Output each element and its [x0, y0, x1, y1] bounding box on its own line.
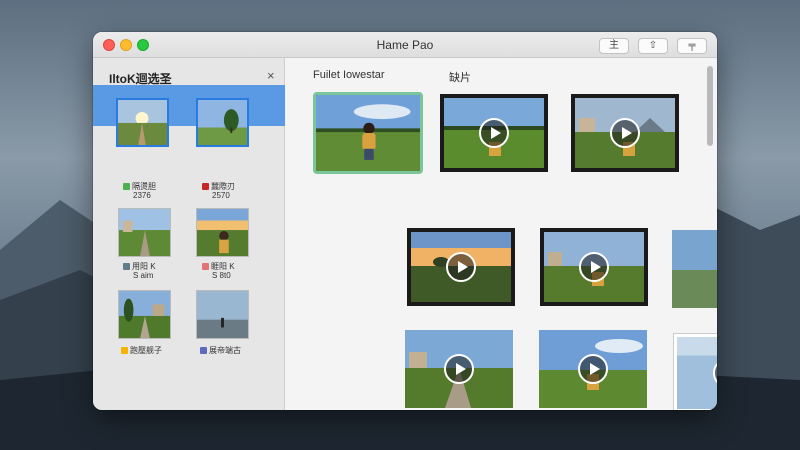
- title-bar[interactable]: Hame Pao 主 ⇧ ╤: [93, 32, 717, 58]
- video-item[interactable]: [405, 330, 513, 408]
- sidebar-item-caption: 睚阳 KS 8t0: [202, 262, 235, 280]
- video-item[interactable]: [540, 228, 648, 306]
- close-icon[interactable]: ×: [267, 68, 275, 83]
- image-icon: [202, 263, 209, 270]
- sidebar-thumbnail[interactable]: [196, 290, 249, 339]
- sidebar-item-caption: 蠶際刃 2570: [202, 182, 235, 200]
- image-icon: [202, 183, 209, 190]
- toolbar-button-3[interactable]: ╤: [677, 38, 707, 54]
- play-icon[interactable]: [479, 118, 509, 148]
- play-icon[interactable]: [579, 252, 609, 282]
- scrollbar[interactable]: [707, 66, 713, 406]
- sidebar-thumbnail[interactable]: [116, 98, 169, 147]
- sidebar-item-caption: 展帝端古: [200, 346, 241, 355]
- sidebar-thumbnail[interactable]: [118, 208, 171, 257]
- folder-icon: [121, 347, 128, 354]
- sidebar-thumbnail[interactable]: [196, 98, 249, 147]
- video-item[interactable]: [571, 94, 679, 172]
- scrollbar-thumb[interactable]: [707, 66, 713, 146]
- share-button[interactable]: ⇧: [638, 38, 668, 54]
- sidebar: IltoK迴选圣 × 隔燙胆 2376 蠶際刃 2570 用阳 K S aim …: [93, 58, 285, 410]
- section-heading-secondary: 缺片: [449, 72, 471, 84]
- sidebar-item-caption: 隔燙胆 2376: [123, 182, 156, 200]
- media-item-selected[interactable]: [313, 92, 423, 174]
- sidebar-thumbnail[interactable]: [196, 208, 249, 257]
- video-item[interactable]: [440, 94, 548, 172]
- play-icon[interactable]: [578, 354, 608, 384]
- sidebar-thumbnail[interactable]: [118, 290, 171, 339]
- video-item[interactable]: [539, 330, 647, 408]
- media-grid: Fuilet Iowestar 缺片: [285, 58, 717, 410]
- play-icon[interactable]: [444, 354, 474, 384]
- sidebar-item-caption: 用阳 KS aim: [123, 262, 156, 280]
- image-icon: [123, 263, 130, 270]
- photos-window: Hame Pao 主 ⇧ ╤ IltoK迴选圣 × 隔燙胆 2376 蠶際刃 257…: [93, 32, 717, 410]
- sidebar-item-caption: 跑壓舰子: [121, 346, 162, 355]
- play-icon[interactable]: [610, 118, 640, 148]
- video-icon: [200, 347, 207, 354]
- play-icon[interactable]: [446, 252, 476, 282]
- video-item[interactable]: [407, 228, 515, 306]
- image-icon: [123, 183, 130, 190]
- toolbar-button-1[interactable]: 主: [599, 38, 629, 54]
- section-heading: Fuilet Iowestar: [313, 69, 385, 81]
